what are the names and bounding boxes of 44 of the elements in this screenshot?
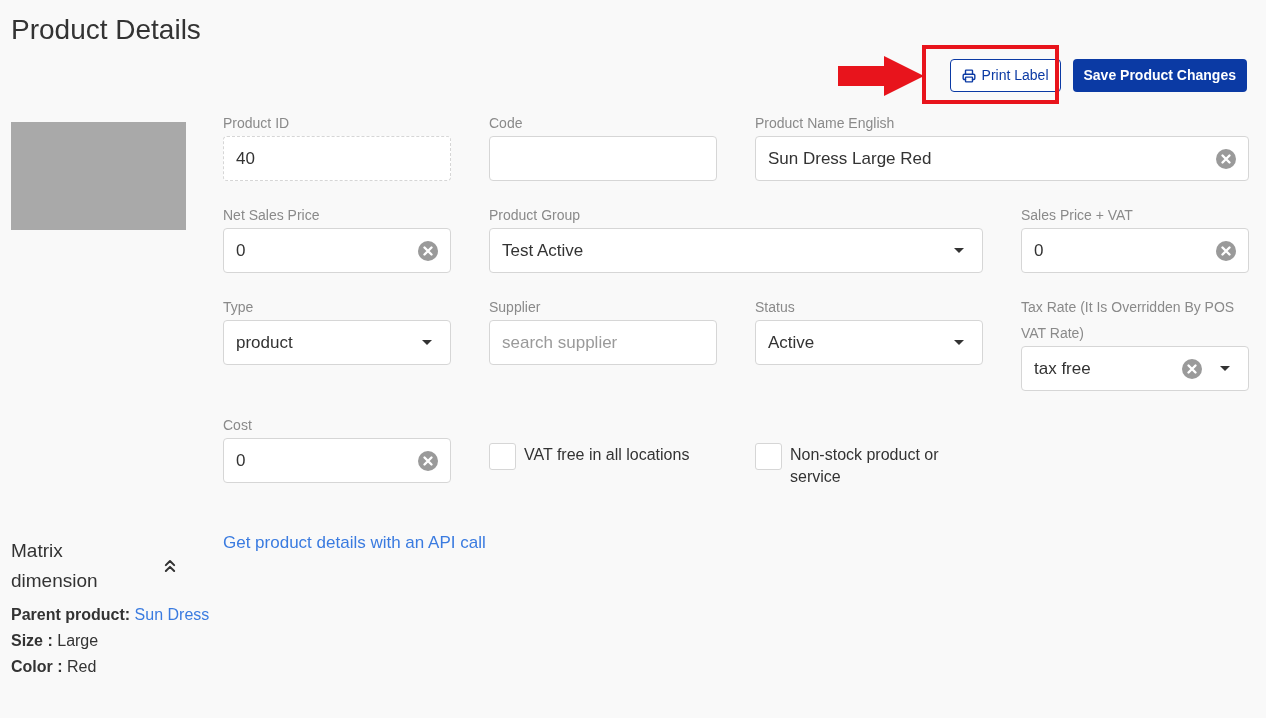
printer-icon bbox=[961, 68, 976, 83]
caret-icon bbox=[422, 340, 432, 345]
clear-icon[interactable] bbox=[1182, 358, 1202, 379]
checkbox-label: VAT free in all locations bbox=[524, 445, 690, 465]
field-label: Sales Price + VAT bbox=[1021, 206, 1134, 225]
clear-icon[interactable] bbox=[1216, 240, 1236, 261]
select-field[interactable]: Active bbox=[755, 320, 983, 365]
caret-icon bbox=[1220, 366, 1230, 371]
save-button[interactable]: Save Product Changes bbox=[1072, 59, 1247, 92]
field-label: Code bbox=[489, 114, 524, 133]
input-field[interactable] bbox=[489, 136, 717, 181]
input-field[interactable]: 0 bbox=[223, 438, 451, 483]
attribute-text: Color : Red bbox=[11, 657, 98, 677]
caret-icon bbox=[954, 248, 964, 253]
field-label: Supplier bbox=[489, 298, 542, 317]
parent-product-text: Parent product: Sun Dress bbox=[11, 605, 211, 625]
attribute-text: Size : Large bbox=[11, 631, 100, 651]
field-label: Product Name English bbox=[755, 114, 896, 133]
clear-icon[interactable] bbox=[418, 450, 438, 471]
section-title: Matrix dimension bbox=[11, 539, 99, 593]
select-field[interactable]: Test Active bbox=[489, 228, 983, 273]
page-title: Product Details bbox=[11, 13, 202, 47]
input-field[interactable]: 0 bbox=[223, 228, 451, 273]
checkbox[interactable] bbox=[489, 443, 516, 470]
caret-icon bbox=[954, 340, 964, 345]
select-field[interactable]: product bbox=[223, 320, 451, 365]
field-label: Type bbox=[223, 298, 255, 317]
clear-icon[interactable] bbox=[1216, 148, 1236, 169]
field-label: Tax Rate (It Is Overridden By POS VAT Rate) bbox=[1021, 298, 1236, 343]
input-field[interactable]: 0 bbox=[1021, 228, 1249, 273]
field-label: Product ID bbox=[223, 114, 291, 133]
parent-product-link[interactable]: Sun Dress bbox=[134, 606, 210, 623]
clear-icon[interactable] bbox=[418, 240, 438, 261]
print-label-button[interactable]: Print Label bbox=[949, 59, 1061, 92]
checkbox-label: Non-stock product or service bbox=[790, 445, 940, 487]
api-link[interactable]: Get product details with an API call bbox=[223, 530, 486, 556]
input-field[interactable]: 40 bbox=[223, 136, 451, 181]
checkbox[interactable] bbox=[755, 443, 782, 470]
field-label: Status bbox=[755, 298, 796, 317]
select-field[interactable]: tax free bbox=[1021, 346, 1249, 391]
field-label: Cost bbox=[223, 416, 253, 435]
field-label: Product Group bbox=[489, 206, 582, 225]
field-label: Net Sales Price bbox=[223, 206, 321, 225]
input-field[interactable]: Sun Dress Large Red bbox=[755, 136, 1249, 181]
